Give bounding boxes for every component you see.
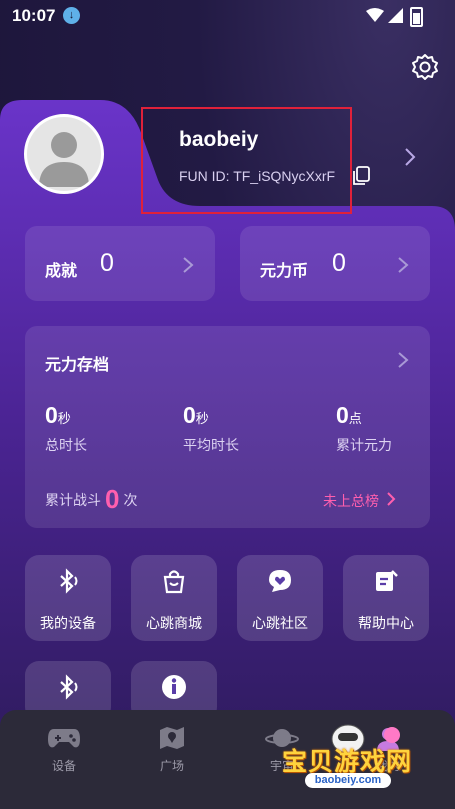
chevron-right-icon <box>398 257 409 273</box>
stat-unit: 点 <box>348 411 362 426</box>
stat-caption: 累计元力 <box>336 437 392 453</box>
default-user-icon <box>39 132 89 187</box>
tile-my-devices[interactable]: 我的设备 <box>25 555 111 641</box>
rank-link[interactable]: 未上总榜 <box>323 491 379 511</box>
coin-label: 元力币 <box>260 263 309 280</box>
status-time: 10:07 <box>12 6 56 25</box>
tile-label: 心跳商城 <box>146 615 202 631</box>
battle-number: 0 <box>105 484 120 514</box>
stat-unit: 秒 <box>57 411 71 426</box>
wifi-icon <box>366 8 384 22</box>
stat-average-time: 0秒 平均时长 <box>183 402 239 455</box>
heart-chat-icon <box>269 570 291 592</box>
edit-note-icon <box>376 570 398 591</box>
stat-unit: 秒 <box>195 411 209 426</box>
coin-value: 0 <box>332 249 346 277</box>
tile-shop[interactable]: 心跳商城 <box>131 555 217 641</box>
stat-num: 0 <box>45 402 58 428</box>
download-icon: ↓ <box>63 7 80 24</box>
settings-gear-icon[interactable] <box>410 52 440 82</box>
bluetooth-icon <box>60 568 78 594</box>
battle-prefix: 累计战斗 <box>45 492 101 508</box>
stat-caption: 平均时长 <box>183 437 239 453</box>
stat-caption: 总时长 <box>45 437 87 453</box>
archive-title: 元力存档 <box>45 357 110 374</box>
stat-num: 0 <box>183 402 196 428</box>
signal-icon <box>388 8 403 23</box>
achievement-card[interactable]: 成就 0 <box>25 226 215 301</box>
battery-icon <box>410 7 423 27</box>
gamepad-icon <box>48 729 80 748</box>
battle-count: 累计战斗 0 次 <box>45 484 137 515</box>
avatar[interactable] <box>24 114 104 194</box>
profile-chevron-icon[interactable] <box>403 146 417 168</box>
tab-label: 设备 <box>51 759 76 773</box>
stat-num: 0 <box>336 402 349 428</box>
stat-total-power: 0点 累计元力 <box>336 402 392 455</box>
watermark-url: baobeiy.com <box>305 773 391 788</box>
tile-label: 心跳社区 <box>252 615 308 631</box>
tile-help-center[interactable]: 帮助中心 <box>343 555 429 641</box>
shopping-bag-icon <box>163 570 185 594</box>
tile-label: 帮助中心 <box>358 615 414 631</box>
highlight-box <box>141 107 352 214</box>
battle-suffix: 次 <box>123 492 138 508</box>
chevron-right-icon <box>398 352 409 368</box>
tile-label: 我的设备 <box>40 615 96 631</box>
coin-card[interactable]: 元力币 0 <box>240 226 430 301</box>
info-icon <box>162 675 186 699</box>
chevron-right-icon <box>183 257 194 273</box>
copy-icon[interactable] <box>350 165 372 187</box>
tab-label: 广场 <box>159 759 184 773</box>
map-icon <box>160 727 184 749</box>
tile-community[interactable]: 心跳社区 <box>237 555 323 641</box>
achievement-label: 成就 <box>45 263 78 280</box>
status-bar: 10:07 ↓ <box>0 0 455 32</box>
chevron-right-icon <box>387 492 396 506</box>
tab-square[interactable]: 广场 <box>132 725 212 774</box>
archive-card[interactable]: 元力存档 0秒 总时长 0秒 平均时长 0点 累计元力 累计战斗 0 次 未上总榜 <box>25 326 430 528</box>
stat-total-time: 0秒 总时长 <box>45 402 87 455</box>
achievement-value: 0 <box>100 249 114 277</box>
bluetooth-icon <box>60 674 78 700</box>
tab-devices[interactable]: 设备 <box>24 725 104 774</box>
